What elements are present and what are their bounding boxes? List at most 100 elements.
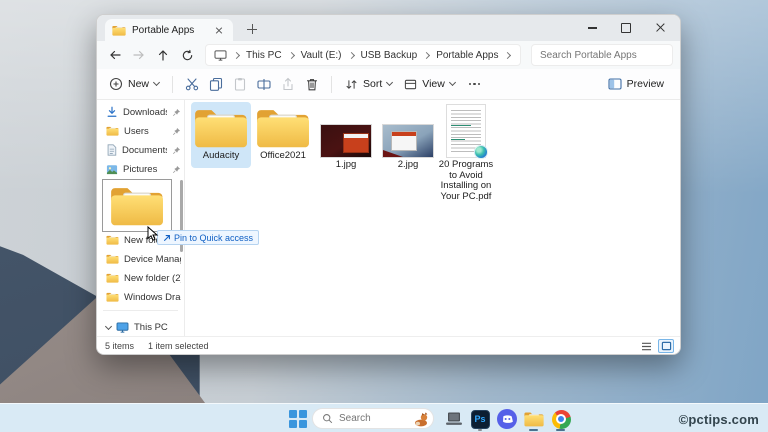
sidebar-item-device-manager[interactable]: Device Manager [97, 250, 185, 268]
file-explorer-window: Portable Apps [96, 14, 681, 355]
breadcrumb[interactable]: This PC Vault (E:) USB Backup Portable A… [205, 44, 521, 66]
pin-to-quick-access-arrow-icon [163, 234, 171, 242]
folder-icon [106, 292, 119, 302]
breadcrumb-portable-apps[interactable]: Portable Apps [436, 50, 498, 61]
chrome-icon [552, 410, 571, 429]
back-button[interactable] [103, 44, 127, 66]
back-icon [108, 48, 122, 62]
toolbar-divider [172, 76, 173, 93]
forward-icon [132, 48, 146, 62]
taskbar-search-input[interactable] [339, 413, 399, 424]
taskbar-app-file-explorer[interactable] [523, 408, 545, 430]
sidebar-item-new-folder-2[interactable]: New folder (2) [97, 269, 185, 287]
details-view-button[interactable] [638, 339, 654, 353]
file-label: 20 Programs to Avoid Installing on Your … [435, 160, 497, 202]
drag-ghost-folder[interactable] [102, 179, 172, 232]
monitor-icon [116, 322, 129, 333]
preview-button[interactable]: Preview [602, 72, 670, 96]
large-icons-view-icon [661, 341, 672, 351]
edge-icon [474, 145, 488, 159]
tab-bar: Portable Apps [97, 15, 680, 41]
folder-icon [106, 126, 119, 136]
new-button[interactable]: New [103, 72, 165, 96]
chevron-down-icon [153, 79, 160, 86]
desktop: Portable Apps [0, 0, 768, 432]
large-icons-view-button[interactable] [658, 339, 674, 353]
up-button[interactable] [151, 44, 175, 66]
watermark: ©pctips.com [679, 412, 759, 427]
file-tile-audacity[interactable]: Audacity [191, 102, 251, 168]
pdf-thumbnail [446, 104, 486, 158]
running-indicator [478, 429, 482, 431]
cut-button[interactable] [180, 72, 204, 96]
download-icon [106, 106, 118, 118]
folder-icon [256, 106, 310, 149]
picture-icon [106, 164, 118, 175]
breadcrumb-this-pc[interactable]: This PC [246, 50, 282, 61]
new-plus-icon [109, 77, 123, 91]
sidebar-item-pictures[interactable]: Pictures [97, 160, 185, 178]
view-toggles [638, 339, 674, 353]
taskbar-app-discord[interactable] [496, 408, 518, 430]
chevron-right-icon [504, 51, 511, 58]
start-button[interactable] [287, 408, 309, 430]
file-label: Audacity [203, 151, 239, 162]
explorer-search-box[interactable] [531, 44, 673, 66]
copy-button[interactable] [204, 72, 228, 96]
refresh-button[interactable] [175, 44, 199, 66]
pin-icon [172, 165, 181, 174]
sidebar-item-documents[interactable]: Documents [97, 141, 185, 159]
tab-title: Portable Apps [132, 25, 194, 36]
file-tile-1jpg[interactable]: 1.jpg [316, 102, 376, 171]
drag-hint-tooltip: Pin to Quick access [157, 230, 259, 245]
taskbar-app-chrome[interactable] [550, 408, 572, 430]
chevron-expand-icon [105, 323, 112, 330]
image-thumbnail [320, 124, 372, 158]
rename-button[interactable] [252, 72, 276, 96]
sidebar-item-this-pc[interactable]: This PC [97, 318, 185, 336]
file-tile-office2021[interactable]: Office2021 [253, 102, 313, 168]
sidebar-item-users[interactable]: Users [97, 122, 185, 140]
files-area[interactable]: Audacity Office2021 1.jpg [185, 100, 680, 336]
status-bar: 5 items 1 item selected [97, 336, 680, 354]
sidebar-item-downloads[interactable]: Downloads [97, 103, 185, 121]
minimize-button[interactable] [580, 18, 604, 38]
see-more-button[interactable] [461, 83, 489, 86]
pin-icon [172, 146, 181, 155]
view-button[interactable]: View [398, 72, 461, 96]
paste-button[interactable] [228, 72, 252, 96]
taskbar-app-photoshop[interactable]: Ps [469, 408, 491, 430]
share-button[interactable] [276, 72, 300, 96]
explorer-search-input[interactable] [540, 50, 672, 61]
image-thumbnail [382, 124, 434, 158]
tab-close-icon[interactable] [212, 23, 226, 37]
monitor-icon [214, 50, 227, 61]
breadcrumb-usb-backup[interactable]: USB Backup [361, 50, 418, 61]
maximize-button[interactable] [614, 18, 638, 38]
photoshop-label: Ps [474, 414, 485, 424]
document-icon [106, 144, 117, 156]
tab-portable-apps[interactable]: Portable Apps [105, 19, 233, 41]
chevron-right-icon [288, 51, 295, 58]
taskbar-app-laptop[interactable] [443, 408, 465, 430]
pin-icon [172, 108, 181, 117]
file-tile-pdf[interactable]: 20 Programs to Avoid Installing on Your … [434, 102, 498, 202]
sidebar-item-windows-drag[interactable]: Windows Drag a [97, 288, 185, 306]
rename-icon [257, 77, 271, 91]
close-button[interactable] [648, 18, 672, 38]
folder-icon [110, 184, 164, 227]
breadcrumb-vault-e[interactable]: Vault (E:) [301, 50, 342, 61]
forward-button[interactable] [127, 44, 151, 66]
chevron-down-icon [386, 79, 393, 86]
refresh-icon [181, 49, 194, 62]
cut-icon [185, 77, 199, 91]
toolbar-divider [331, 76, 332, 93]
copy-icon [209, 77, 223, 91]
sort-button[interactable]: Sort [339, 72, 398, 96]
taskbar-search[interactable] [312, 408, 434, 429]
file-tile-2jpg[interactable]: 2.jpg [378, 102, 438, 171]
mouse-cursor [147, 226, 159, 242]
view-icon [404, 78, 417, 91]
new-tab-button[interactable] [245, 23, 259, 37]
delete-button[interactable] [300, 72, 324, 96]
